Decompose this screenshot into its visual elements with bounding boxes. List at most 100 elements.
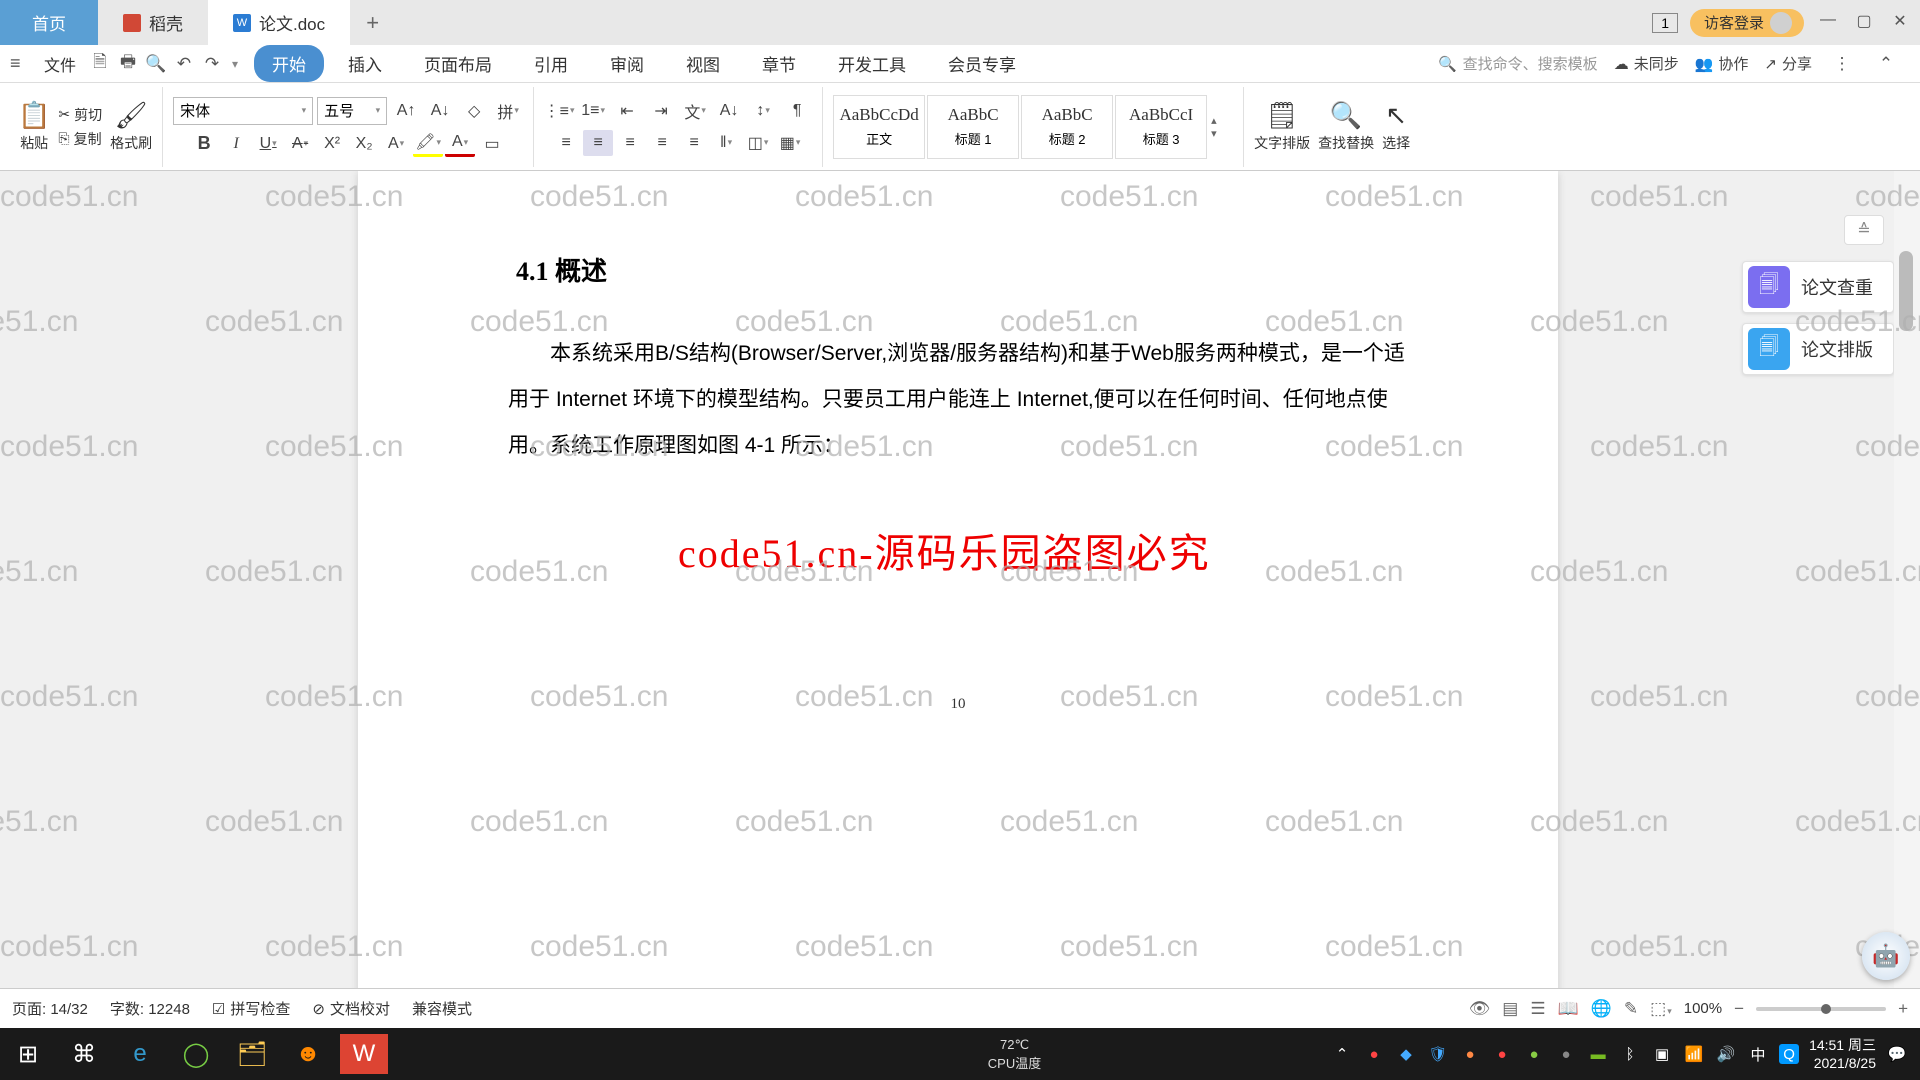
line-spacing-icon-button[interactable]: ↕▾ [748, 98, 778, 124]
collapse-ribbon-icon[interactable]: ⌃ [1872, 54, 1900, 74]
rail-layout[interactable]: 🗐论文排版 [1742, 323, 1894, 375]
menutab-pagelayout[interactable]: 页面布局 [406, 45, 510, 82]
find-replace-button[interactable]: 🔍查找替换 [1318, 100, 1374, 153]
menutab-insert[interactable]: 插入 [330, 45, 400, 82]
tray-icon-5[interactable]: ● [1491, 1043, 1513, 1065]
ie-icon[interactable]: e [112, 1028, 168, 1080]
menutab-references[interactable]: 引用 [516, 45, 586, 82]
style-h2[interactable]: AaBbC标题 2 [1021, 95, 1113, 159]
phonetic-button[interactable]: 拼▾ [493, 98, 523, 124]
reading-mode-icon[interactable]: 👁 [1469, 999, 1491, 1019]
maximize-button[interactable]: ▢ [1852, 11, 1876, 35]
zoom-slider[interactable] [1756, 1007, 1886, 1011]
highlight-button[interactable]: 🖍▾ [413, 131, 443, 157]
sync-status[interactable]: ☁ 未同步 [1614, 53, 1679, 74]
zoom-thumb[interactable] [1821, 1004, 1831, 1014]
browser-icon[interactable]: ◯ [168, 1028, 224, 1080]
bold-button[interactable]: B [189, 131, 219, 157]
tray-icon-6[interactable]: ● [1523, 1043, 1545, 1065]
close-button[interactable]: ✕ [1888, 11, 1912, 35]
tray-icon-7[interactable]: ● [1555, 1043, 1577, 1065]
underline-button[interactable]: U▾ [253, 131, 283, 157]
style-h3[interactable]: AaBbCcI标题 3 [1115, 95, 1207, 159]
outline-icon[interactable]: ☰ [1530, 999, 1545, 1019]
more-menu-icon[interactable]: ⋮ [1828, 54, 1856, 74]
fit-width-icon[interactable]: ⬚▾ [1650, 999, 1672, 1019]
shading-button[interactable]: ◫▾ [743, 130, 773, 156]
increase-indent-button[interactable]: ⇥ [646, 98, 676, 124]
menutab-devtools[interactable]: 开发工具 [820, 45, 924, 82]
style-more-button[interactable]: ▴▾ [1209, 95, 1233, 159]
tray-q-icon[interactable]: Q [1779, 1044, 1799, 1064]
align-left-button[interactable]: ≡ [551, 130, 581, 156]
tray-icon-3[interactable]: 🛡 [1427, 1043, 1449, 1065]
coop-button[interactable]: 👥 协作 [1695, 53, 1749, 74]
tray-icon-2[interactable]: ◆ [1395, 1043, 1417, 1065]
qa-undo-icon[interactable]: ↶ [170, 54, 198, 74]
asian-layout-button[interactable]: 文▾ [680, 98, 710, 124]
tab-home[interactable]: 首页 [0, 0, 98, 45]
window-indicator[interactable]: 1 [1652, 13, 1678, 33]
rail-plagiarism-check[interactable]: 🗐论文查重 [1742, 261, 1894, 313]
font-name-select[interactable]: 宋体▾ [173, 97, 313, 125]
vertical-scrollbar[interactable] [1894, 171, 1920, 988]
select-button[interactable]: ↖选择 [1382, 100, 1410, 153]
clear-format-button[interactable]: ◇ [459, 98, 489, 124]
tray-bluetooth-icon[interactable]: ᛒ [1619, 1043, 1641, 1065]
status-compat[interactable]: 兼容模式 [412, 998, 472, 1019]
menutab-chapter[interactable]: 章节 [744, 45, 814, 82]
book-icon[interactable]: 📖 [1558, 999, 1579, 1019]
line-spacing-button[interactable]: ‖▾ [711, 130, 741, 156]
italic-button[interactable]: I [221, 131, 251, 157]
align-right-button[interactable]: ≡ [615, 130, 645, 156]
menu-file[interactable]: 文件 [34, 52, 86, 76]
sort-button[interactable]: A↓ [714, 98, 744, 124]
menutab-start[interactable]: 开始 [254, 45, 324, 82]
tray-chevron-icon[interactable]: ⌃ [1331, 1043, 1353, 1065]
tray-cast-icon[interactable]: ▣ [1651, 1043, 1673, 1065]
tray-clock[interactable]: 14:51 周三2021/8/25 [1809, 1036, 1876, 1072]
explorer-icon[interactable]: 🗂 [224, 1028, 280, 1080]
tray-notifications-icon[interactable]: 💬 [1886, 1043, 1908, 1065]
style-h1[interactable]: AaBbC标题 1 [927, 95, 1019, 159]
scrollbar-thumb[interactable] [1899, 251, 1913, 331]
menutab-view[interactable]: 视图 [668, 45, 738, 82]
menutab-vip[interactable]: 会员专享 [930, 45, 1034, 82]
grow-font-button[interactable]: A↑ [391, 98, 421, 124]
font-size-select[interactable]: 五号▾ [317, 97, 387, 125]
login-button[interactable]: 访客登录 [1690, 9, 1804, 37]
rail-collapse-button[interactable]: ≙ [1844, 215, 1884, 245]
menutab-review[interactable]: 审阅 [592, 45, 662, 82]
show-marks-button[interactable]: ¶ [782, 98, 812, 124]
minimize-button[interactable]: — [1816, 11, 1840, 35]
bullets-button[interactable]: ⋮≡▾ [544, 98, 574, 124]
qa-redo-icon[interactable]: ↷ [198, 54, 226, 74]
command-search[interactable]: 🔍 查找命令、搜索模板 [1438, 53, 1598, 74]
decrease-indent-button[interactable]: ⇤ [612, 98, 642, 124]
status-words[interactable]: 字数: 12248 [110, 998, 190, 1019]
web-layout-icon[interactable]: 🌐 [1591, 999, 1612, 1019]
cut-button[interactable]: ✂ 剪切 [58, 105, 102, 125]
status-proof[interactable]: ⊘ 文档校对 [312, 998, 390, 1019]
tray-volume-icon[interactable]: 🔊 [1715, 1043, 1737, 1065]
align-distribute-button[interactable]: ≡ [679, 130, 709, 156]
align-center-button[interactable]: ≡ [583, 130, 613, 156]
strike-button[interactable]: A▾ [285, 131, 315, 157]
style-normal[interactable]: AaBbCcDd正文 [833, 95, 925, 159]
edit-icon[interactable]: ✎ [1624, 999, 1638, 1019]
numbering-button[interactable]: 1≡▾ [578, 98, 608, 124]
paste-button[interactable]: 📋粘贴 [18, 100, 50, 153]
shrink-font-button[interactable]: A↓ [425, 98, 455, 124]
char-border-button[interactable]: ▭ [477, 131, 507, 157]
tray-wifi-icon[interactable]: 📶 [1683, 1043, 1705, 1065]
qa-print-icon[interactable]: 🖶 [114, 49, 142, 78]
font-color-button[interactable]: A▾ [445, 131, 475, 157]
text-layout-button[interactable]: 🗒文字排版 [1254, 100, 1310, 153]
tab-daoke[interactable]: 稻壳 [98, 0, 208, 45]
tray-icon-4[interactable]: ● [1459, 1043, 1481, 1065]
app-icon-1[interactable]: ☻ [280, 1028, 336, 1080]
new-tab-button[interactable]: + [350, 10, 395, 36]
status-spellcheck[interactable]: ☑ 拼写检查 [212, 998, 290, 1019]
hamburger-icon[interactable]: ≡ [10, 53, 34, 74]
superscript-button[interactable]: X² [317, 131, 347, 157]
